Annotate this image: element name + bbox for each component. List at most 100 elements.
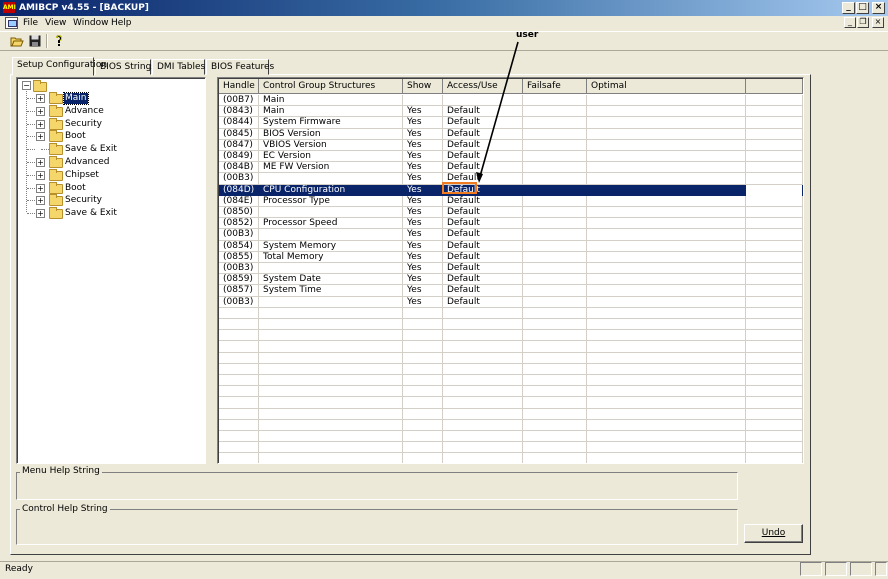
table-cell[interactable] [403, 95, 443, 107]
table-cell[interactable]: (00B3) [219, 173, 259, 185]
minimize-button[interactable]: _ [842, 2, 855, 14]
table-cell[interactable] [523, 218, 587, 230]
menu-window[interactable]: Window [73, 18, 109, 29]
table-cell[interactable] [443, 307, 523, 319]
table-cell[interactable] [587, 397, 746, 409]
table-cell[interactable] [523, 363, 587, 375]
tree-view[interactable]: − + Main + Advance + Security + Boot Save & Exit… [16, 77, 206, 464]
tab-dmi-tables[interactable]: DMI Tables [152, 59, 205, 75]
table-cell[interactable] [587, 173, 746, 185]
table-cell[interactable]: Processor Speed [259, 218, 403, 230]
table-cell[interactable] [403, 352, 443, 364]
table-cell[interactable] [523, 319, 587, 331]
tree-item-label[interactable]: Main [63, 92, 89, 105]
table-cell[interactable] [403, 319, 443, 331]
table-cell[interactable] [443, 319, 523, 331]
table-cell[interactable] [219, 363, 259, 375]
table-cell[interactable] [523, 229, 587, 241]
table-cell[interactable]: CPU Configuration [259, 184, 403, 196]
table-row[interactable] [219, 330, 803, 342]
tree-expand-toggle[interactable]: + [36, 158, 45, 167]
table-cell[interactable] [403, 453, 443, 463]
table-cell[interactable]: Yes [403, 184, 443, 196]
table-row[interactable]: (00B3) Yes Default [219, 229, 803, 241]
menu-file[interactable]: File [23, 18, 38, 29]
table-cell[interactable] [259, 307, 403, 319]
table-cell[interactable] [259, 408, 403, 420]
table-cell[interactable] [259, 319, 403, 331]
table-cell[interactable] [523, 375, 587, 387]
table-row[interactable] [219, 453, 803, 463]
table-cell[interactable] [259, 419, 403, 431]
table-cell[interactable] [587, 117, 746, 129]
column-header-failsafe[interactable]: Failsafe [523, 79, 587, 94]
table-cell[interactable]: Yes [403, 151, 443, 163]
table-cell[interactable] [219, 341, 259, 353]
column-header-control-group[interactable]: Control Group Structures [259, 79, 403, 94]
table-cell[interactable]: (0852) [219, 218, 259, 230]
table-cell[interactable] [523, 106, 587, 118]
table-row[interactable] [219, 363, 803, 375]
table-cell[interactable] [587, 307, 746, 319]
table-cell[interactable]: Yes [403, 285, 443, 297]
table-cell[interactable] [443, 408, 523, 420]
table-cell[interactable] [443, 419, 523, 431]
table-row[interactable]: (0854) System Memory Yes Default [219, 240, 803, 252]
table-cell[interactable] [587, 207, 746, 219]
table-row[interactable] [219, 307, 803, 319]
table-row[interactable]: (084E) Processor Type Yes Default [219, 195, 803, 207]
table-cell[interactable] [403, 419, 443, 431]
table-cell[interactable] [587, 386, 746, 398]
open-button[interactable] [9, 33, 25, 49]
table-cell[interactable] [219, 442, 259, 454]
table-cell[interactable]: Main [259, 95, 403, 107]
table-cell[interactable] [523, 330, 587, 342]
tree-item-label[interactable]: Save & Exit [64, 208, 118, 219]
table-cell[interactable] [259, 442, 403, 454]
table-cell[interactable] [403, 442, 443, 454]
table-row[interactable]: (0850) Yes Default [219, 207, 803, 219]
table-cell[interactable]: Yes [403, 106, 443, 118]
table-cell[interactable]: VBIOS Version [259, 139, 403, 151]
table-row[interactable]: (084D) CPU Configuration Yes Default [219, 184, 803, 196]
table-cell[interactable] [587, 218, 746, 230]
table-cell[interactable] [259, 296, 403, 308]
table-cell[interactable]: Default [443, 263, 523, 275]
tree-item-label[interactable]: Boot [64, 183, 87, 194]
column-header-show[interactable]: Show [403, 79, 443, 94]
table-cell[interactable] [523, 240, 587, 252]
table-cell[interactable]: (0847) [219, 139, 259, 151]
table-cell[interactable]: Default [443, 251, 523, 263]
table-cell[interactable] [587, 319, 746, 331]
table-cell[interactable]: Processor Type [259, 195, 403, 207]
table-cell[interactable] [403, 341, 443, 353]
table-cell[interactable] [523, 408, 587, 420]
tree-expand-toggle[interactable]: + [36, 196, 45, 206]
table-cell[interactable]: (084E) [219, 195, 259, 207]
table-cell[interactable]: (0849) [219, 151, 259, 163]
table-row[interactable] [219, 408, 803, 420]
table-cell[interactable] [523, 195, 587, 207]
table-cell[interactable] [259, 207, 403, 219]
table-cell[interactable]: (0843) [219, 106, 259, 118]
table-cell[interactable]: (0857) [219, 285, 259, 297]
table-row[interactable]: (00B3) Yes Default [219, 296, 803, 308]
tree-item-label[interactable]: Security [64, 119, 103, 130]
table-cell[interactable] [259, 363, 403, 375]
table-row[interactable] [219, 431, 803, 443]
table-cell[interactable]: Yes [403, 128, 443, 140]
table-cell[interactable] [587, 363, 746, 375]
table-cell[interactable]: Yes [403, 173, 443, 185]
table-cell[interactable] [587, 263, 746, 275]
close-button[interactable]: × [872, 2, 885, 14]
tree-expand-toggle[interactable]: + [36, 106, 45, 116]
undo-button[interactable]: Undo [744, 524, 803, 543]
table-cell[interactable] [587, 330, 746, 342]
table-cell[interactable]: Default [443, 274, 523, 286]
table-cell[interactable] [587, 184, 746, 196]
table-cell[interactable] [587, 95, 746, 107]
table-cell[interactable]: (00B3) [219, 229, 259, 241]
table-cell[interactable]: Default [443, 285, 523, 297]
table-cell[interactable] [523, 397, 587, 409]
table-cell[interactable]: (084D) [219, 184, 259, 196]
